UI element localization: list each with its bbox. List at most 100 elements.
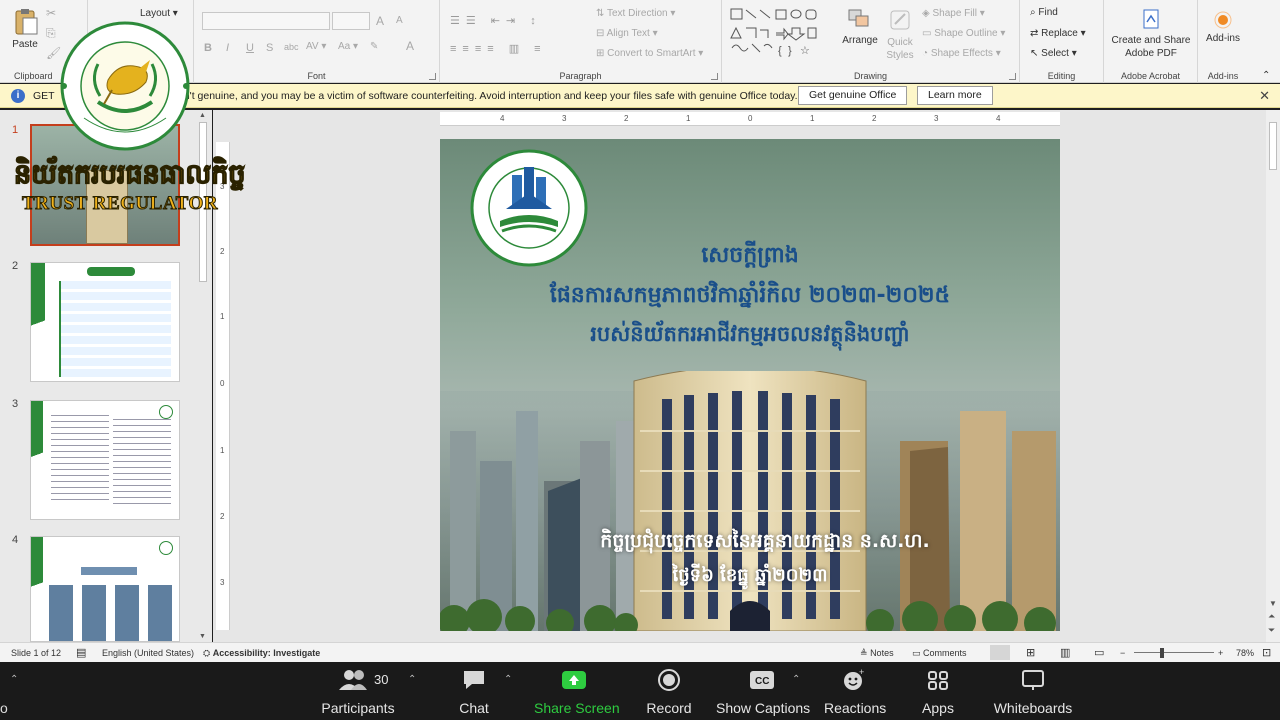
share-screen-button[interactable]: Share Screen <box>534 668 620 716</box>
zoom-level[interactable]: 78% <box>1236 648 1254 658</box>
shapes-gallery[interactable]: {} ☆ <box>730 8 830 60</box>
italic-button[interactable]: I <box>226 42 229 54</box>
share-screen-icon <box>562 671 586 689</box>
learn-more-button[interactable]: Learn more <box>917 86 993 105</box>
chat-button[interactable]: Chat <box>452 668 496 716</box>
language-indicator[interactable]: English (United States) <box>102 648 194 658</box>
apps-icon <box>928 671 948 690</box>
slide-subtitle-meeting[interactable]: កិច្ចប្រជុំបច្ចេកទេសនៃអគ្គនាយកដ្ឋាន ន.ស.… <box>440 529 1060 557</box>
quick-styles-button[interactable]: Quick Styles <box>882 8 918 62</box>
paste-button[interactable]: Paste <box>8 8 42 50</box>
zoom-out-icon[interactable]: − <box>1120 648 1125 658</box>
align-text-label: Align Text <box>606 28 650 39</box>
svg-text:CC: CC <box>755 676 769 687</box>
select-button[interactable]: ↖ Select ▾ <box>1030 48 1077 59</box>
share-screen-label: Share Screen <box>534 700 620 716</box>
chevron-up-icon[interactable]: ⌃ <box>792 674 800 685</box>
shape-outline-button[interactable]: ▭ Shape Outline ▾ <box>922 28 1005 39</box>
collapse-ribbon-icon[interactable]: ⌃ <box>1262 70 1270 81</box>
whiteboards-button[interactable]: Whiteboards <box>992 668 1074 716</box>
scroll-up-icon[interactable]: ▲ <box>199 112 206 119</box>
slide-title-line-1[interactable]: សេចក្តីព្រាង <box>440 241 1060 273</box>
reading-view-icon[interactable]: ▥ <box>1060 646 1070 659</box>
thumbnail-number: 4 <box>12 534 19 546</box>
ruler-number: 2 <box>624 114 629 123</box>
find-button[interactable]: ⌕ Find <box>1030 7 1058 18</box>
slideshow-icon[interactable]: ▭ <box>1094 646 1104 659</box>
font-size-combo[interactable] <box>332 12 370 30</box>
font-name-combo[interactable] <box>202 12 330 30</box>
quick-styles-icon <box>890 10 910 30</box>
bold-button[interactable]: B <box>204 42 212 54</box>
zoom-in-icon[interactable]: + <box>1218 648 1223 658</box>
align-icons[interactable]: ≡≡≡≡ ▥ ≡ <box>450 42 547 55</box>
bullets-icon[interactable]: ☰☰ ⇤⇥ ↕ <box>450 14 542 27</box>
canvas-scrollbar[interactable]: ▼ ⏶ ⏷ <box>1266 110 1280 642</box>
scroll-down-icon[interactable]: ▼ <box>199 633 206 640</box>
reactions-label: Reactions <box>824 700 887 716</box>
chevron-up-icon[interactable]: ⌃ <box>504 674 512 685</box>
font-color-button[interactable]: A <box>406 39 414 53</box>
zoom-slider[interactable] <box>1134 652 1214 653</box>
previous-slide-icon[interactable]: ⏶ <box>1268 611 1275 622</box>
close-icon[interactable]: ✕ <box>1259 88 1270 104</box>
current-slide[interactable]: សេចក្តីព្រាង ផែនការសកម្មភាពថវិកាឆ្នាំរំក… <box>440 139 1060 631</box>
apps-button[interactable]: Apps <box>918 668 958 716</box>
shape-effects-button[interactable]: ◔ Shape Effects ▾ <box>922 48 1001 59</box>
notes-button[interactable]: ≜ Notes <box>860 648 894 659</box>
text-direction-button[interactable]: ⇅ Text Direction ▾ <box>596 8 675 19</box>
normal-view-icon[interactable] <box>990 645 1010 660</box>
slide-sorter-icon[interactable]: ⊞ <box>1026 646 1035 659</box>
next-slide-icon[interactable]: ⏷ <box>1268 625 1275 636</box>
char-spacing-icon[interactable]: AV ▾ <box>306 41 326 52</box>
cut-icon[interactable]: ✂ <box>46 6 56 20</box>
shrink-font-button[interactable]: A <box>396 15 403 26</box>
replace-button[interactable]: ⇄ Replace ▾ <box>1030 28 1086 39</box>
accessibility-button[interactable]: ⛭ Accessibility: Investigate <box>203 648 320 659</box>
thumbnail-text-col-2 <box>113 419 171 505</box>
thumbnail-number: 1 <box>12 124 19 136</box>
layout-button[interactable]: Layout ▾ <box>140 8 178 19</box>
convert-smartart-button[interactable]: ⊞ Convert to SmartArt ▾ <box>596 48 703 59</box>
ruler-number: 3 <box>562 114 567 123</box>
slide-thumbnail-4[interactable] <box>30 536 180 642</box>
create-share-pdf-button[interactable]: Create and Share Adobe PDF <box>1108 8 1194 60</box>
shape-fill-label: Shape Fill <box>932 8 977 19</box>
align-text-button[interactable]: ⊟ Align Text ▾ <box>596 28 658 39</box>
zoom-slider-handle[interactable] <box>1160 648 1164 658</box>
font-group: A A B I U S abc AV ▾ Aa ▾ ✎ A Font <box>194 0 440 83</box>
paragraph-dialog-launcher[interactable] <box>711 73 718 80</box>
highlight-icon[interactable]: ✎ <box>370 41 378 52</box>
fit-slide-icon[interactable]: ⊡ <box>1262 646 1271 659</box>
meeting-toolbar: ⌃ o 30 Participants ⌃ Chat ⌃ Share Scree… <box>0 662 1280 720</box>
font-dialog-launcher[interactable] <box>429 73 436 80</box>
chevron-up-icon[interactable]: ⌃ <box>10 674 18 685</box>
comments-button[interactable]: ▭ Comments <box>912 648 967 659</box>
slide-title-line-2[interactable]: ផែនការសកម្មភាពថវិកាឆ្នាំរំកិល ២០២៣-២០២៥ <box>440 281 1060 313</box>
drawing-dialog-launcher[interactable] <box>1009 73 1016 80</box>
city-skyline-image <box>440 371 1060 631</box>
chevron-up-icon[interactable]: ⌃ <box>408 674 416 685</box>
change-case-icon[interactable]: Aa ▾ <box>338 41 358 52</box>
canvas-scroll-thumb[interactable] <box>1269 122 1277 170</box>
slide-counter[interactable]: Slide 1 of 12 <box>11 648 61 658</box>
participants-button[interactable]: 30 Participants <box>320 668 396 716</box>
grow-font-button[interactable]: A <box>376 14 384 28</box>
whiteboards-label: Whiteboards <box>993 700 1073 716</box>
reactions-button[interactable]: + Reactions <box>824 667 887 716</box>
arrange-button[interactable]: Arrange <box>840 8 880 46</box>
shape-fill-button[interactable]: ◈ Shape Fill ▾ <box>922 8 985 19</box>
record-button[interactable]: Record <box>644 668 694 716</box>
spelling-icon[interactable]: ▤ <box>76 646 86 659</box>
strikethrough-button[interactable]: S <box>266 42 273 54</box>
underline-button[interactable]: U <box>246 42 254 54</box>
scroll-down-icon[interactable]: ▼ <box>1269 599 1277 608</box>
slide-thumbnail-3[interactable] <box>30 400 180 520</box>
get-genuine-office-button[interactable]: Get genuine Office <box>798 86 908 105</box>
slide-thumbnail-2[interactable] <box>30 262 180 382</box>
whiteboard-icon <box>1022 670 1044 690</box>
slide-title-line-3[interactable]: របស់និយ័តករអាជីវកម្មអចលនវត្ថុនិងបញ្ចាំ <box>440 321 1060 352</box>
slide-subtitle-date[interactable]: ថ្ងៃទី៦ ខែធ្នូ ឆ្នាំ២០២៣ <box>440 563 1060 590</box>
addins-button[interactable]: Add-ins <box>1200 10 1246 44</box>
shadow-button[interactable]: abc <box>284 42 299 52</box>
